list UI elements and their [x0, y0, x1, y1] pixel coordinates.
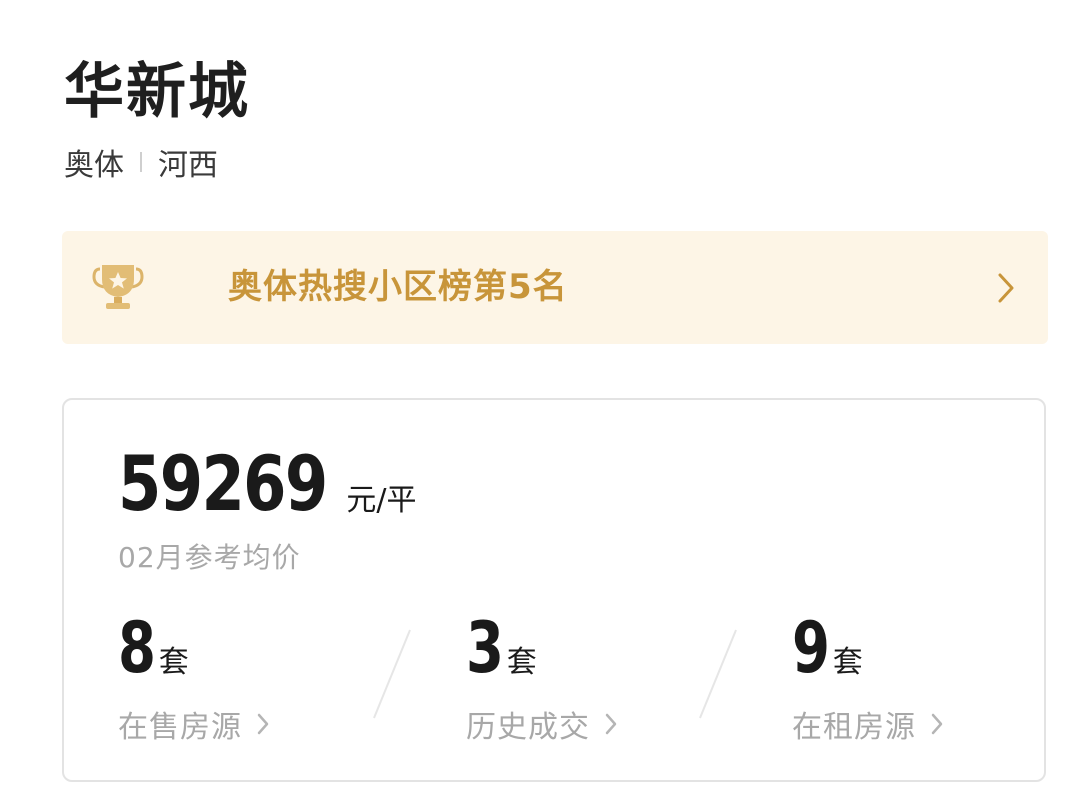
stat-count-row: 9 套: [792, 608, 1032, 688]
stat-history-deals[interactable]: 3 套 历史成交: [466, 608, 706, 745]
chevron-right-icon: [931, 713, 943, 735]
stat-count: 3: [466, 607, 505, 689]
stat-unit: 套: [832, 645, 863, 680]
stat-count: 9: [792, 607, 831, 689]
rank-text: 奥体热搜小区榜第5名: [228, 267, 568, 307]
price-summary-card: 59269 元/平 02月参考均价 8 套 在售房源 3 套 历史成交 9 套 …: [62, 398, 1046, 782]
chevron-right-icon: [605, 713, 617, 735]
stat-label: 历史成交: [466, 710, 590, 745]
stat-count-row: 8 套: [118, 608, 358, 688]
stat-label: 在租房源: [792, 710, 916, 745]
stat-separator: [699, 629, 737, 719]
stat-label-row: 在租房源: [792, 702, 1032, 746]
price-row: 59269 元/平: [118, 444, 417, 524]
area-label: 河西: [158, 148, 218, 183]
stat-label-row: 历史成交: [466, 702, 706, 746]
community-location: 奥体 河西: [64, 141, 218, 183]
average-price-value: 59269: [118, 439, 328, 528]
community-title: 华新城: [64, 57, 250, 127]
community-detail-page: 华新城 奥体 河西 奥体热搜小区榜第5名 59269 元/平 02月参考均价 8: [0, 0, 1080, 793]
trophy-icon: [92, 265, 144, 309]
stat-count: 8: [118, 607, 157, 689]
chevron-right-icon: [257, 713, 269, 735]
stat-count-row: 3 套: [466, 608, 706, 688]
district-label: 奥体: [64, 148, 124, 183]
price-unit: 元/平: [346, 483, 417, 518]
stat-for-rent[interactable]: 9 套 在租房源: [792, 608, 1032, 745]
price-caption: 02月参考均价: [118, 541, 301, 574]
stat-unit: 套: [158, 645, 189, 680]
stat-on-sale[interactable]: 8 套 在售房源: [118, 608, 358, 745]
stat-unit: 套: [506, 645, 537, 680]
stat-label-row: 在售房源: [118, 702, 358, 746]
hot-search-rank-banner[interactable]: 奥体热搜小区榜第5名: [62, 231, 1048, 344]
location-divider: [140, 152, 142, 172]
stat-label: 在售房源: [118, 710, 242, 745]
chevron-right-icon: [998, 273, 1014, 303]
stat-separator: [373, 629, 411, 719]
